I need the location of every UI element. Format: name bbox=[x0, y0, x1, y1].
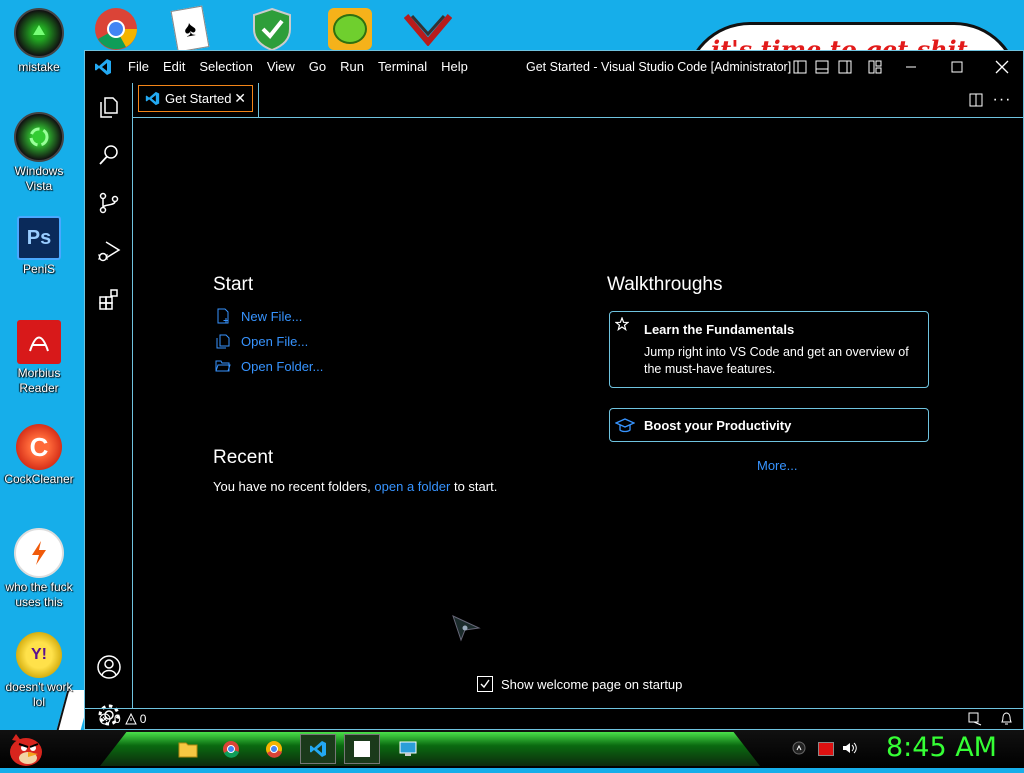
more-actions-icon[interactable]: ··· bbox=[991, 89, 1013, 111]
photoshop-icon: Ps bbox=[17, 216, 61, 260]
run-and-debug-icon[interactable] bbox=[85, 227, 132, 275]
chrome-taskbar-icon[interactable] bbox=[213, 734, 249, 764]
toggle-primary-sidebar-icon[interactable] bbox=[791, 51, 809, 83]
open-folder-link[interactable]: Open Folder... bbox=[215, 358, 323, 374]
desktop-icon-pdf-reader[interactable]: Morbius Reader bbox=[0, 320, 78, 396]
source-control-icon[interactable] bbox=[85, 179, 132, 227]
volume-icon[interactable] bbox=[842, 741, 858, 760]
error-count: 0 bbox=[114, 712, 121, 726]
vscode-tab-icon bbox=[145, 91, 160, 106]
feedback-icon[interactable] bbox=[968, 712, 982, 726]
recent-heading: Recent bbox=[213, 447, 274, 468]
menu-file[interactable]: File bbox=[121, 51, 156, 83]
explorer-icon[interactable] bbox=[85, 83, 132, 131]
minimize-icon[interactable] bbox=[888, 51, 934, 83]
new-file-link[interactable]: New File... bbox=[215, 308, 302, 324]
solitaire-icon[interactable]: ♠ bbox=[166, 5, 214, 53]
desktop-icon-mistake[interactable]: mistake bbox=[0, 8, 78, 75]
chrome-icon[interactable] bbox=[92, 6, 140, 52]
menu-help[interactable]: Help bbox=[434, 51, 475, 83]
walkthrough-boost-productivity[interactable]: Boost your Productivity bbox=[609, 408, 929, 442]
warning-icon bbox=[124, 713, 137, 725]
walkthrough-description: Jump right into VS Code and get an overv… bbox=[644, 345, 909, 376]
tab-get-started[interactable]: Get Started ✕ bbox=[138, 85, 253, 112]
walkthrough-title: Boost your Productivity bbox=[644, 418, 792, 433]
remote-desktop-taskbar-icon[interactable] bbox=[390, 734, 426, 764]
angry-birds-pig-icon[interactable] bbox=[326, 6, 374, 52]
get-started-page: Start New File... Open File... Open Fold… bbox=[133, 118, 1023, 709]
desktop-icon-windows-vista[interactable]: Windows Vista bbox=[0, 112, 78, 194]
desktop-icon-ccleaner[interactable]: C CockCleaner bbox=[0, 424, 78, 487]
tray-red-app-icon[interactable] bbox=[818, 742, 834, 756]
customize-layout-icon[interactable] bbox=[866, 51, 884, 83]
open-a-folder-link[interactable]: open a folder bbox=[374, 479, 450, 494]
desktop-icon-lightning[interactable]: who the fuck uses this bbox=[0, 528, 78, 610]
menu-run[interactable]: Run bbox=[333, 51, 371, 83]
split-editor-icon[interactable] bbox=[965, 89, 987, 111]
problems-indicator[interactable]: 0 0 bbox=[99, 712, 146, 726]
accounts-icon[interactable] bbox=[85, 643, 132, 691]
ultrakill-icon[interactable] bbox=[404, 6, 452, 52]
open-folder-icon bbox=[215, 358, 233, 374]
tab-divider bbox=[258, 83, 259, 117]
menu-go[interactable]: Go bbox=[302, 51, 333, 83]
show-welcome-on-startup: Show welcome page on startup bbox=[477, 676, 682, 692]
desktop-icon-yahoo-messenger[interactable]: Y! doesn't work lol bbox=[0, 632, 78, 710]
close-icon[interactable] bbox=[979, 51, 1024, 83]
walkthrough-learn-fundamentals[interactable]: Learn the Fundamentals Jump right into V… bbox=[609, 311, 929, 388]
lightning-icon bbox=[14, 528, 64, 578]
star-icon[interactable] bbox=[614, 316, 630, 336]
ccleaner-icon: C bbox=[16, 424, 62, 470]
taskbar: 8:45 AM bbox=[0, 730, 1024, 768]
recycle-orb-icon bbox=[14, 112, 64, 162]
startup-label: Show welcome page on startup bbox=[501, 676, 683, 692]
warning-count: 0 bbox=[139, 712, 147, 726]
desktop-icon-photoshop[interactable]: Ps PeniS bbox=[0, 216, 78, 277]
blank-window-taskbar-icon[interactable] bbox=[344, 734, 380, 764]
extensions-icon[interactable] bbox=[85, 275, 132, 323]
file-explorer-icon[interactable] bbox=[170, 734, 206, 764]
open-file-icon bbox=[215, 333, 233, 349]
walkthroughs-heading: Walkthroughs bbox=[607, 274, 723, 295]
menu-view[interactable]: View bbox=[260, 51, 302, 83]
mouse-cursor-icon bbox=[451, 614, 481, 647]
startup-checkbox[interactable] bbox=[477, 676, 493, 692]
menu-edit[interactable]: Edit bbox=[156, 51, 192, 83]
toggle-panel-icon[interactable] bbox=[813, 51, 831, 83]
toggle-secondary-sidebar-icon[interactable] bbox=[836, 51, 854, 83]
new-file-icon bbox=[215, 308, 233, 324]
start-button-angry-bird-icon[interactable] bbox=[6, 730, 46, 773]
shield-icon[interactable] bbox=[248, 6, 296, 52]
chrome-canary-taskbar-icon[interactable] bbox=[256, 734, 292, 764]
start-heading: Start bbox=[213, 274, 254, 295]
tab-close-icon[interactable]: ✕ bbox=[234, 90, 246, 107]
tray-chevron-icon[interactable] bbox=[792, 741, 806, 760]
tab-label: Get Started bbox=[165, 91, 232, 106]
vscode-logo-icon bbox=[85, 51, 121, 83]
open-file-link[interactable]: Open File... bbox=[215, 333, 308, 349]
activity-bar bbox=[85, 83, 133, 726]
taskbar-clock[interactable]: 8:45 AM bbox=[886, 732, 997, 763]
walkthrough-title: Learn the Fundamentals bbox=[644, 322, 795, 337]
recent-message: You have no recent folders, open a folde… bbox=[213, 479, 498, 494]
maximize-icon[interactable] bbox=[934, 51, 980, 83]
status-bar: 0 0 bbox=[85, 708, 1023, 729]
vscode-taskbar-icon[interactable] bbox=[300, 734, 336, 764]
editor-tabs: Get Started ✕ ··· bbox=[133, 83, 1023, 118]
error-icon bbox=[99, 713, 111, 725]
title-bar: File Edit Selection View Go Run Terminal… bbox=[85, 51, 1023, 83]
menu-selection[interactable]: Selection bbox=[192, 51, 259, 83]
window-title: Get Started - Visual Studio Code [Admini… bbox=[526, 60, 792, 74]
notifications-bell-icon[interactable] bbox=[1000, 712, 1013, 726]
green-orb-icon bbox=[14, 8, 64, 58]
pdf-reader-icon bbox=[17, 320, 61, 364]
yahoo-messenger-icon: Y! bbox=[16, 632, 62, 678]
menu-terminal[interactable]: Terminal bbox=[371, 51, 434, 83]
search-icon[interactable] bbox=[85, 131, 132, 179]
mortarboard-icon bbox=[614, 418, 636, 439]
more-walkthroughs-link[interactable]: More... bbox=[757, 458, 797, 473]
vscode-window: File Edit Selection View Go Run Terminal… bbox=[84, 50, 1024, 730]
